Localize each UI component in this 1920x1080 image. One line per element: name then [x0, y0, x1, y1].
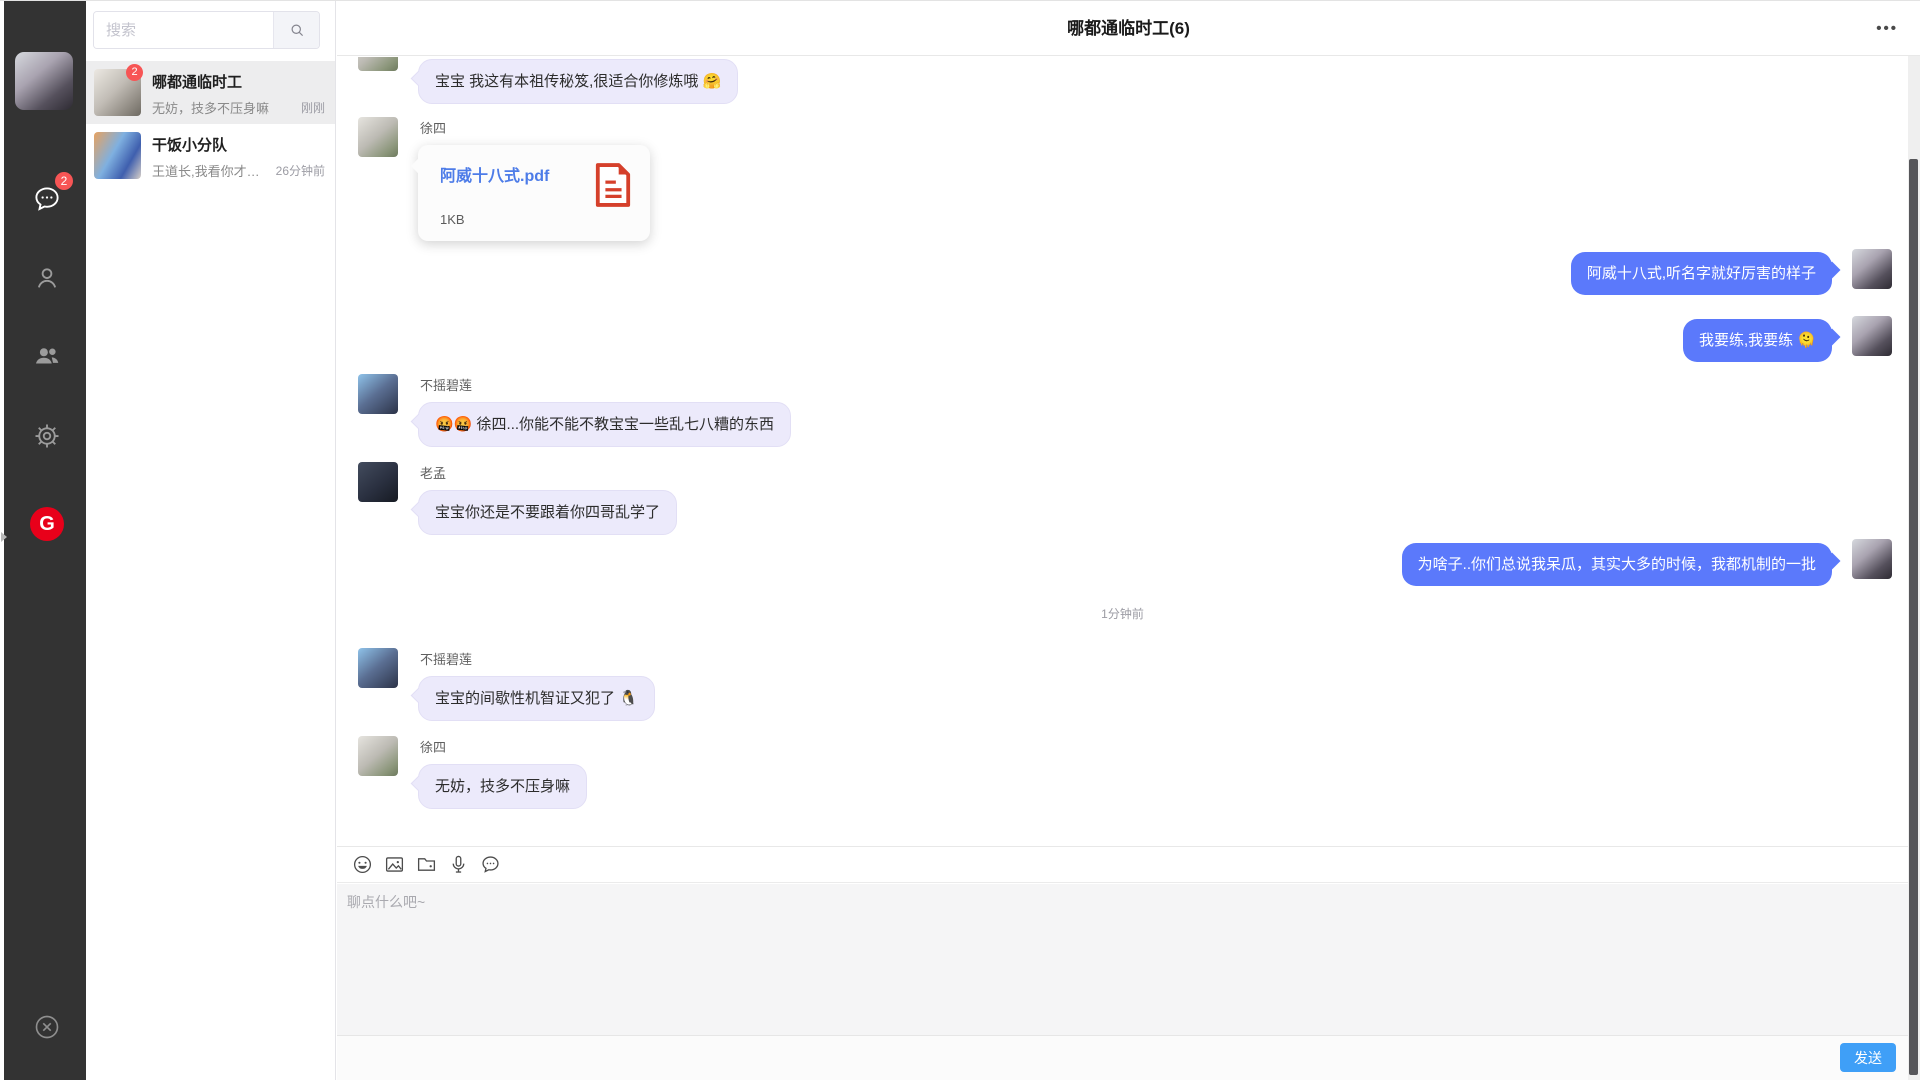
chat-list-item-selected[interactable]: 2 哪都通临时工 无妨，技多不压身嘛 刚刚: [86, 61, 335, 124]
avatar[interactable]: [1852, 539, 1892, 579]
emoji-icon[interactable]: [352, 854, 373, 875]
message-bubble[interactable]: 阿威十八式,听名字就好厉害的样子: [1571, 252, 1832, 295]
close-icon[interactable]: [33, 1013, 61, 1041]
message-bubble[interactable]: 宝宝你还是不要跟着你四哥乱学了: [418, 490, 677, 535]
chats-icon[interactable]: [32, 184, 62, 214]
avatar[interactable]: [358, 648, 398, 688]
avatar[interactable]: [358, 57, 398, 71]
nav-rail: 2 G: [4, 1, 86, 1080]
avatar[interactable]: [358, 736, 398, 776]
message-row: 徐四 阿威十八式.pdf 1KB: [358, 117, 650, 241]
file-size: 1KB: [440, 212, 549, 227]
message-bubble[interactable]: 无妨，技多不压身嘛: [418, 764, 587, 809]
sender-name: 老孟: [420, 463, 677, 482]
avatar[interactable]: [1852, 316, 1892, 356]
message-row: 徐四 无妨，技多不压身嘛: [358, 736, 587, 809]
unread-badge: 2: [55, 172, 73, 190]
avatar[interactable]: [358, 117, 398, 157]
messenger-window: 2 G: [0, 0, 1920, 1080]
more-options-icon[interactable]: •••: [1876, 1, 1898, 56]
app-logo[interactable]: G: [30, 507, 64, 541]
time-divider: 1分钟前: [337, 605, 1908, 622]
chat-time: 26分钟前: [276, 162, 325, 179]
send-button[interactable]: 发送: [1840, 1043, 1896, 1072]
composer-toolbar: [337, 847, 1908, 883]
unread-badge: 2: [126, 64, 143, 81]
message-bubble[interactable]: 我要练,我要练 🫠: [1683, 319, 1832, 362]
message-bubble[interactable]: 宝宝 我这有本祖传秘笈,很适合你修炼哦 🤗: [418, 59, 738, 104]
message-input-area: [337, 884, 1908, 1035]
scrollbar-thumb[interactable]: [1909, 159, 1918, 1075]
sender-name: 徐四: [420, 737, 587, 756]
microphone-icon[interactable]: [448, 854, 469, 875]
chat-header: 哪都通临时工(6) •••: [337, 1, 1920, 56]
message-row: 阿威十八式,听名字就好厉害的样子: [1571, 249, 1892, 295]
chat-room-title: 哪都通临时工(6): [337, 1, 1920, 56]
sender-name: 不摇碧莲: [420, 649, 655, 668]
file-name[interactable]: 阿威十八式.pdf: [440, 162, 549, 186]
message-row: 不摇碧莲 宝宝的间歇性机智证又犯了 🐧: [358, 648, 655, 721]
groups-icon[interactable]: [32, 341, 62, 371]
search-icon: [288, 21, 306, 39]
settings-gear-icon[interactable]: [32, 421, 62, 451]
message-bubble[interactable]: 为啥子..你们总说我呆瓜，其实大多的时候，我都机制的一批: [1402, 543, 1832, 586]
search-input[interactable]: [94, 12, 273, 48]
file-attachment-card[interactable]: 阿威十八式.pdf 1KB: [418, 145, 650, 241]
user-avatar[interactable]: [15, 52, 73, 110]
scrollbar-track[interactable]: [1908, 56, 1920, 1080]
message-bubble[interactable]: 🤬🤬 徐四...你能不能不教宝宝一些乱七八糟的东西: [418, 402, 791, 447]
message-row: 老孟 宝宝你还是不要跟着你四哥乱学了: [358, 462, 677, 535]
group-avatar: [94, 132, 141, 179]
chat-list-panel: 2 哪都通临时工 无妨，技多不压身嘛 刚刚 干饭小分队 王道长,我看你才… 26…: [86, 1, 336, 1080]
avatar[interactable]: [358, 462, 398, 502]
avatar[interactable]: [358, 374, 398, 414]
message-row: 不摇碧莲 🤬🤬 徐四...你能不能不教宝宝一些乱七八糟的东西: [358, 374, 791, 447]
chat-title: 哪都通临时工: [152, 71, 242, 92]
pdf-file-icon: [594, 162, 632, 227]
avatar[interactable]: [1852, 249, 1892, 289]
image-icon[interactable]: [384, 854, 405, 875]
message-row: 为啥子..你们总说我呆瓜，其实大多的时候，我都机制的一批: [1402, 539, 1892, 586]
chat-bubble-icon[interactable]: [480, 854, 501, 875]
message-list: 宝宝 我这有本祖传秘笈,很适合你修炼哦 🤗 徐四 阿威十八式.pdf 1KB: [337, 57, 1908, 846]
message-row: 我要练,我要练 🫠: [1683, 316, 1892, 362]
search-button[interactable]: [273, 12, 319, 48]
message-row: 宝宝 我这有本祖传秘笈,很适合你修炼哦 🤗: [358, 57, 738, 104]
contacts-icon[interactable]: [32, 263, 62, 293]
chat-preview: 王道长,我看你才…: [152, 161, 260, 180]
chat-list-item[interactable]: 干饭小分队 王道长,我看你才… 26分钟前: [86, 124, 335, 187]
sender-name: 不摇碧莲: [420, 375, 791, 394]
message-bubble[interactable]: 宝宝的间歇性机智证又犯了 🐧: [418, 676, 655, 721]
chat-preview: 无妨，技多不压身嘛: [152, 98, 269, 117]
folder-icon[interactable]: [416, 854, 437, 875]
composer: 发送: [337, 846, 1908, 1080]
sender-name: 徐四: [420, 118, 650, 137]
chat-title: 干饭小分队: [152, 134, 227, 155]
message-input[interactable]: [337, 884, 1908, 1035]
chat-time: 刚刚: [301, 99, 325, 116]
collapse-arrow-icon[interactable]: [1, 532, 7, 542]
search-bar: [93, 11, 320, 49]
send-row: 发送: [337, 1035, 1908, 1080]
